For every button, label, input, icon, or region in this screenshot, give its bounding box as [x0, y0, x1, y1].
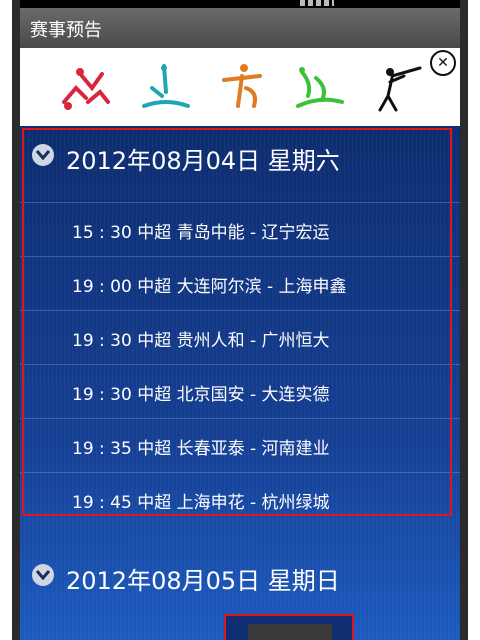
bottom-highlight-box	[224, 614, 354, 640]
match-text: 19 : 35 中超 长春亚泰 - 河南建业	[72, 439, 330, 459]
day-header[interactable]: 2012年08月05日 星期日	[20, 548, 460, 602]
close-icon[interactable]: ✕	[430, 50, 456, 76]
match-text: 19 : 00 中超 大连阿尔滨 - 上海申鑫	[72, 277, 347, 297]
status-bar	[20, 0, 460, 8]
signal-icon	[300, 0, 334, 6]
match-text: 19 : 45 中超 上海申花 - 杭州绿城	[72, 493, 330, 513]
day-header[interactable]: 2012年08月04日 星期六	[20, 128, 460, 182]
match-row[interactable]: 19 : 35 中超 长春亚泰 - 河南建业	[20, 418, 460, 471]
swimming-pictogram-icon	[296, 67, 344, 108]
diving-pictogram-icon	[142, 64, 190, 108]
match-row[interactable]: 15 : 30 中超 青岛中能 - 辽宁宏运	[20, 202, 460, 255]
sports-banner[interactable]: ✕	[20, 48, 460, 126]
match-text: 19 : 30 中超 贵州人和 - 广州恒大	[72, 331, 330, 351]
title-bar: 赛事预告	[20, 8, 460, 49]
match-text: 19 : 30 中超 北京国安 - 大连实德	[72, 385, 330, 405]
page-title: 赛事预告	[30, 20, 102, 41]
shooting-pictogram-icon	[378, 66, 422, 112]
taekwondo-pictogram-icon	[222, 64, 262, 108]
match-row[interactable]: 19 : 00 中超 大连阿尔滨 - 上海申鑫	[20, 256, 460, 309]
match-text: 15 : 30 中超 青岛中能 - 辽宁宏运	[72, 223, 330, 243]
day-date-label: 2012年08月05日 星期日	[66, 567, 340, 595]
day-date-label: 2012年08月04日 星期六	[66, 147, 340, 175]
bottom-control[interactable]	[248, 624, 332, 640]
phone-screen: 赛事预告 ✕ 2012年08月04日 星期六 15: 30 中超 青岛中能 -…	[20, 0, 460, 640]
match-row[interactable]: 19 : 30 中超 贵州人和 - 广州恒大	[20, 310, 460, 363]
chevron-down-icon	[32, 564, 54, 586]
match-list: 2012年08月04日 星期六 15 : 30 中超 青岛中能 - 辽宁宏运 1…	[20, 126, 460, 640]
match-row[interactable]: 19 : 30 中超 北京国安 - 大连实德	[20, 364, 460, 417]
match-row[interactable]: 19 : 45 中超 上海申花 - 杭州绿城	[20, 472, 460, 525]
gymnastics-pictogram-icon	[62, 68, 110, 110]
chevron-down-icon	[32, 144, 54, 166]
